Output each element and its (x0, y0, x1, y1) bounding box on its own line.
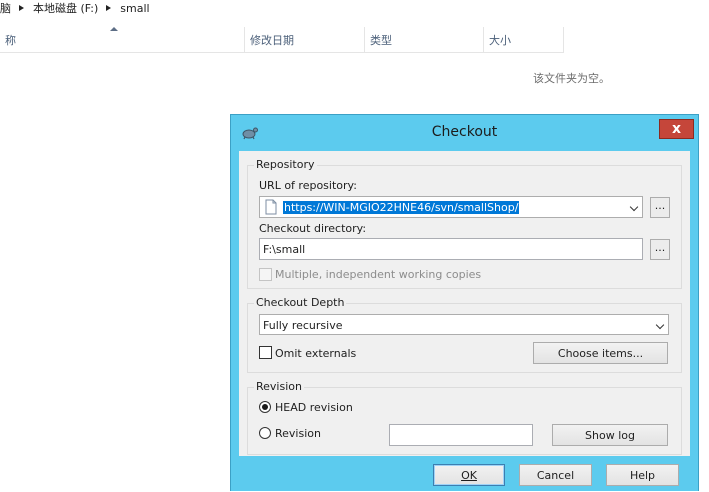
revision-group-title: Revision (254, 380, 304, 393)
omit-externals-checkbox[interactable] (259, 346, 272, 359)
breadcrumb-chevron-icon[interactable] (106, 5, 112, 11)
breadcrumb-chevron-icon[interactable] (19, 5, 24, 11)
show-log-button-label: Show log (585, 428, 635, 442)
multiple-copies-checkbox[interactable] (259, 268, 272, 281)
head-revision-radio[interactable] (259, 401, 271, 413)
depth-selected-value: Fully recursive (263, 319, 343, 332)
dialog-title-bar[interactable]: Checkout x (231, 115, 698, 151)
breadcrumb-item-computer[interactable]: 脑 (0, 0, 11, 16)
breadcrumb-item-drive[interactable]: 本地磁盘 (F:) (33, 0, 98, 16)
radio-selected-dot (262, 404, 268, 410)
omit-externals-label: Omit externals (275, 347, 357, 360)
column-header-date[interactable]: 修改日期 (245, 27, 365, 53)
checkout-directory-label: Checkout directory: (259, 222, 367, 235)
column-header-label: 修改日期 (250, 33, 294, 47)
revision-group: Revision HEAD revision Revision Show log (247, 380, 682, 455)
revision-number-input[interactable] (389, 424, 533, 446)
checkout-directory-value[interactable]: F:\small (263, 243, 305, 256)
address-breadcrumb[interactable]: 脑 本地磁盘 (F:) small (0, 0, 150, 16)
url-selected-text[interactable]: https://WIN-MGIO22HNE46/svn/smallShop/ (283, 201, 520, 214)
depth-select[interactable]: Fully recursive (259, 314, 669, 335)
url-label: URL of repository: (259, 179, 357, 192)
url-value[interactable]: https://WIN-MGIO22HNE46/svn/smallShop/ (283, 201, 520, 214)
ok-button-label: OK (461, 468, 477, 482)
empty-folder-message: 该文件夹为空。 (533, 72, 610, 85)
dialog-body: Repository URL of repository: https://WI… (239, 151, 690, 456)
revision-radio[interactable] (259, 427, 271, 439)
checkout-depth-group-title: Checkout Depth (254, 296, 347, 309)
cancel-button[interactable]: Cancel (519, 464, 592, 486)
column-header-label: 类型 (370, 33, 392, 47)
ok-button[interactable]: OK (433, 464, 505, 486)
dialog-title: Checkout (431, 124, 498, 140)
chevron-down-icon[interactable] (655, 320, 665, 330)
breadcrumb-item-folder[interactable]: small (120, 2, 149, 15)
help-button-label: Help (629, 468, 656, 482)
column-header-label: 大小 (489, 33, 511, 47)
head-revision-label: HEAD revision (275, 401, 353, 414)
repository-group-title: Repository (254, 158, 317, 171)
column-header-label: 称 (5, 33, 16, 47)
checkout-directory-input[interactable]: F:\small (259, 238, 643, 260)
checkout-dialog: Checkout x Repository URL of repository:… (230, 114, 699, 491)
choose-items-button[interactable]: Choose items... (533, 342, 668, 364)
column-header-name[interactable]: 称 (0, 27, 245, 53)
close-icon: x (671, 121, 682, 137)
choose-items-button-label: Choose items... (557, 346, 644, 360)
checkout-depth-group: Checkout Depth Fully recursive Omit exte… (247, 296, 682, 373)
close-button[interactable]: x (659, 119, 694, 139)
column-header-size[interactable]: 大小 (484, 27, 564, 53)
multiple-copies-label: Multiple, independent working copies (275, 268, 482, 281)
repository-group: Repository URL of repository: https://WI… (247, 158, 682, 289)
help-button[interactable]: Help (606, 464, 679, 486)
browse-url-button[interactable]: ... (650, 197, 670, 218)
cancel-button-label: Cancel (536, 468, 575, 482)
column-header-type[interactable]: 类型 (365, 27, 484, 53)
revision-label: Revision (275, 427, 321, 440)
url-combobox[interactable]: https://WIN-MGIO22HNE46/svn/smallShop/ (259, 196, 643, 218)
show-log-button[interactable]: Show log (552, 424, 668, 446)
chevron-down-icon[interactable] (629, 202, 639, 212)
document-icon (265, 199, 277, 215)
browse-directory-button[interactable]: ... (650, 239, 670, 260)
dialog-button-bar: OK Cancel Help (231, 456, 698, 492)
